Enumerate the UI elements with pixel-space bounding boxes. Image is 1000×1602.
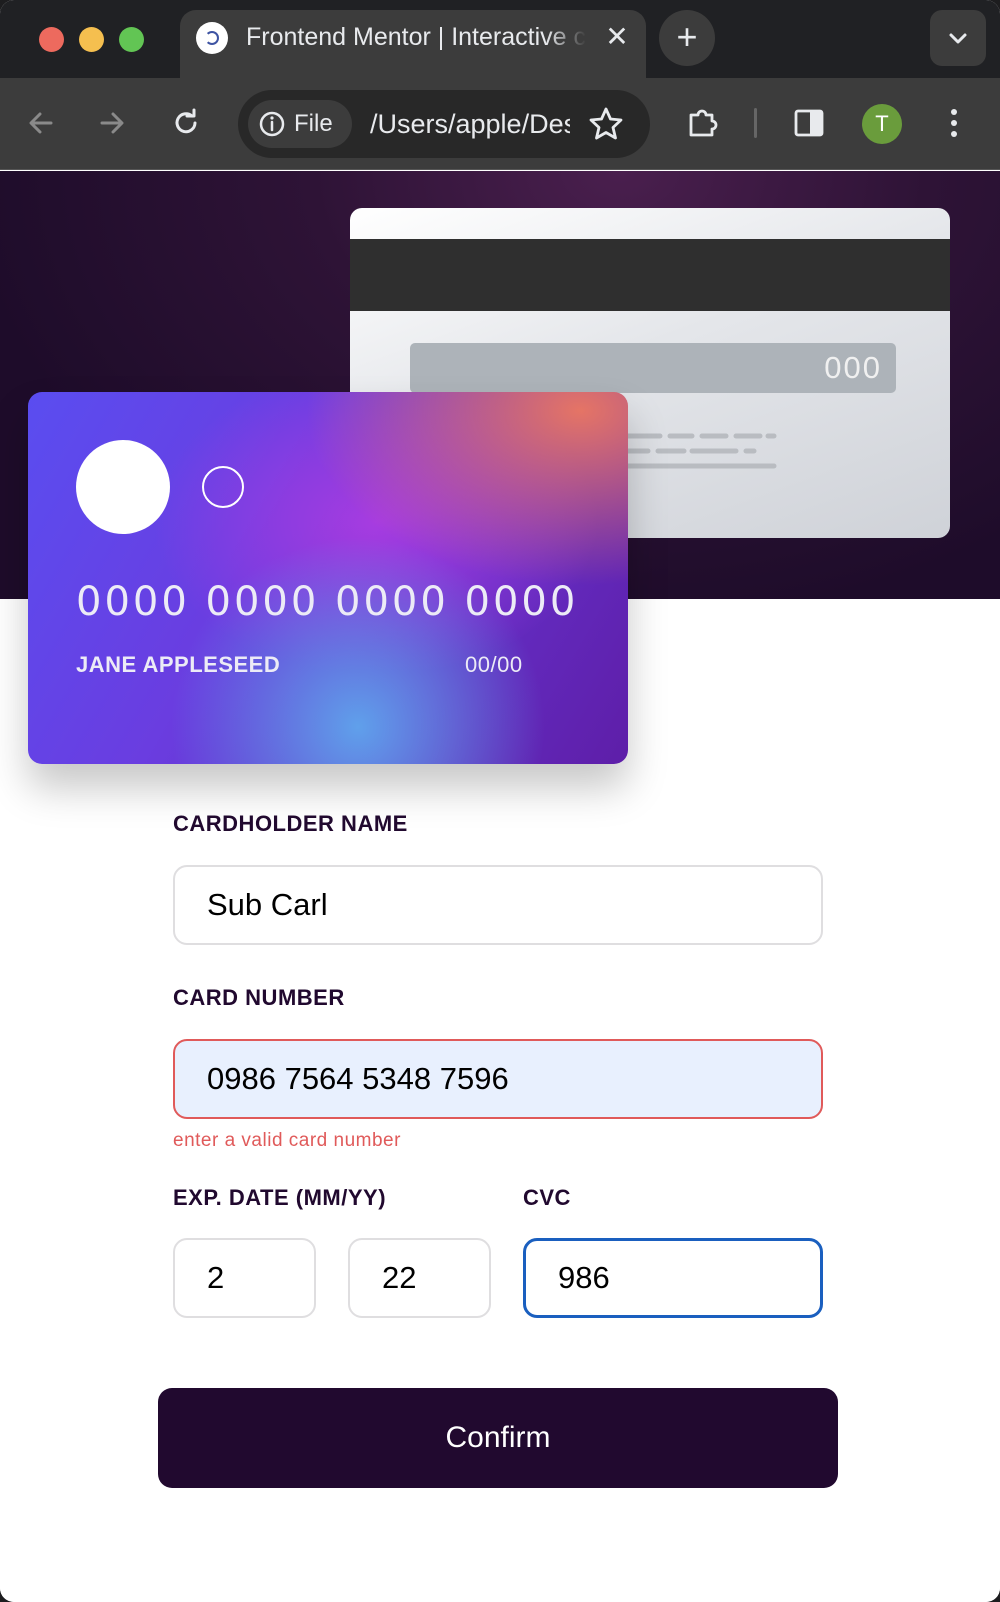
bookmark-star-icon[interactable] <box>586 104 626 144</box>
site-info-chip[interactable]: File <box>248 100 352 148</box>
extensions-button[interactable] <box>678 98 728 148</box>
tab-close-icon[interactable]: ✕ <box>600 20 634 54</box>
arrow-left-icon <box>29 112 53 134</box>
card-front-name: JANE APPLESEED <box>76 652 281 677</box>
side-panel-button[interactable] <box>784 98 834 148</box>
cvc-input[interactable] <box>523 1238 823 1318</box>
forward-button[interactable] <box>87 98 137 148</box>
active-tab[interactable]: Frontend Mentor | Interactive card detai… <box>180 10 646 78</box>
exp-year-input[interactable] <box>348 1238 491 1318</box>
cardholder-name-label: CARDHOLDER NAME <box>173 811 408 836</box>
url-text[interactable]: /Users/apple/Desktop/interactive-card-de… <box>370 109 570 140</box>
new-tab-button[interactable]: + <box>659 10 715 66</box>
minimize-window-button[interactable] <box>79 27 104 52</box>
card-magnetic-stripe <box>350 239 950 311</box>
browser-menu-button[interactable] <box>929 98 979 148</box>
toolbar-divider <box>754 108 757 138</box>
arrow-right-icon <box>100 112 124 134</box>
card-number-input[interactable] <box>173 1039 823 1119</box>
card-logo-circle-outline <box>202 466 244 508</box>
card-front-expiry: 00/00 <box>465 652 523 677</box>
address-bar[interactable]: File /Users/apple/Desktop/interactive-ca… <box>238 90 650 158</box>
card-back-cvc: 000 <box>824 350 882 385</box>
back-button[interactable] <box>16 98 66 148</box>
site-chip-label: File <box>294 110 333 137</box>
page-content: 000 0000 0000 0000 0000 JANE APPLESEED 0… <box>0 171 1000 1602</box>
card-front: 0000 0000 0000 0000 JANE APPLESEED 00/00 <box>28 392 628 764</box>
tab-search-button[interactable] <box>930 10 986 66</box>
browser-window: Frontend Mentor | Interactive card detai… <box>0 0 1000 1602</box>
card-number-label: CARD NUMBER <box>173 985 345 1010</box>
confirm-button[interactable]: Confirm <box>158 1388 838 1488</box>
tab-strip: Frontend Mentor | Interactive card detai… <box>0 0 1000 78</box>
frontend-mentor-favicon-icon <box>196 22 228 54</box>
tab-title: Frontend Mentor | Interactive card detai… <box>246 23 586 52</box>
card-number-error: enter a valid card number <box>173 1130 401 1151</box>
card-back-decorative-lines <box>620 433 777 469</box>
exp-month-input[interactable] <box>173 1238 316 1318</box>
close-window-button[interactable] <box>39 27 64 52</box>
more-vertical-icon <box>951 109 957 137</box>
card-logo-circle-filled <box>76 440 170 534</box>
card-signature-strip: 000 <box>410 343 896 393</box>
reload-button[interactable] <box>161 98 211 148</box>
reload-icon <box>175 108 197 134</box>
profile-avatar[interactable]: T <box>862 104 902 144</box>
maximize-window-button[interactable] <box>119 27 144 52</box>
cvc-label: CVC <box>523 1185 571 1210</box>
exp-date-label: EXP. DATE (MM/YY) <box>173 1185 387 1210</box>
browser-toolbar: File /Users/apple/Desktop/interactive-ca… <box>0 78 1000 170</box>
card-front-number: 0000 0000 0000 0000 <box>76 579 579 625</box>
side-panel-icon <box>794 109 824 137</box>
info-icon <box>259 111 285 137</box>
puzzle-piece-icon <box>689 109 718 137</box>
cardholder-name-input[interactable] <box>173 865 823 945</box>
chevron-down-icon <box>949 33 967 44</box>
